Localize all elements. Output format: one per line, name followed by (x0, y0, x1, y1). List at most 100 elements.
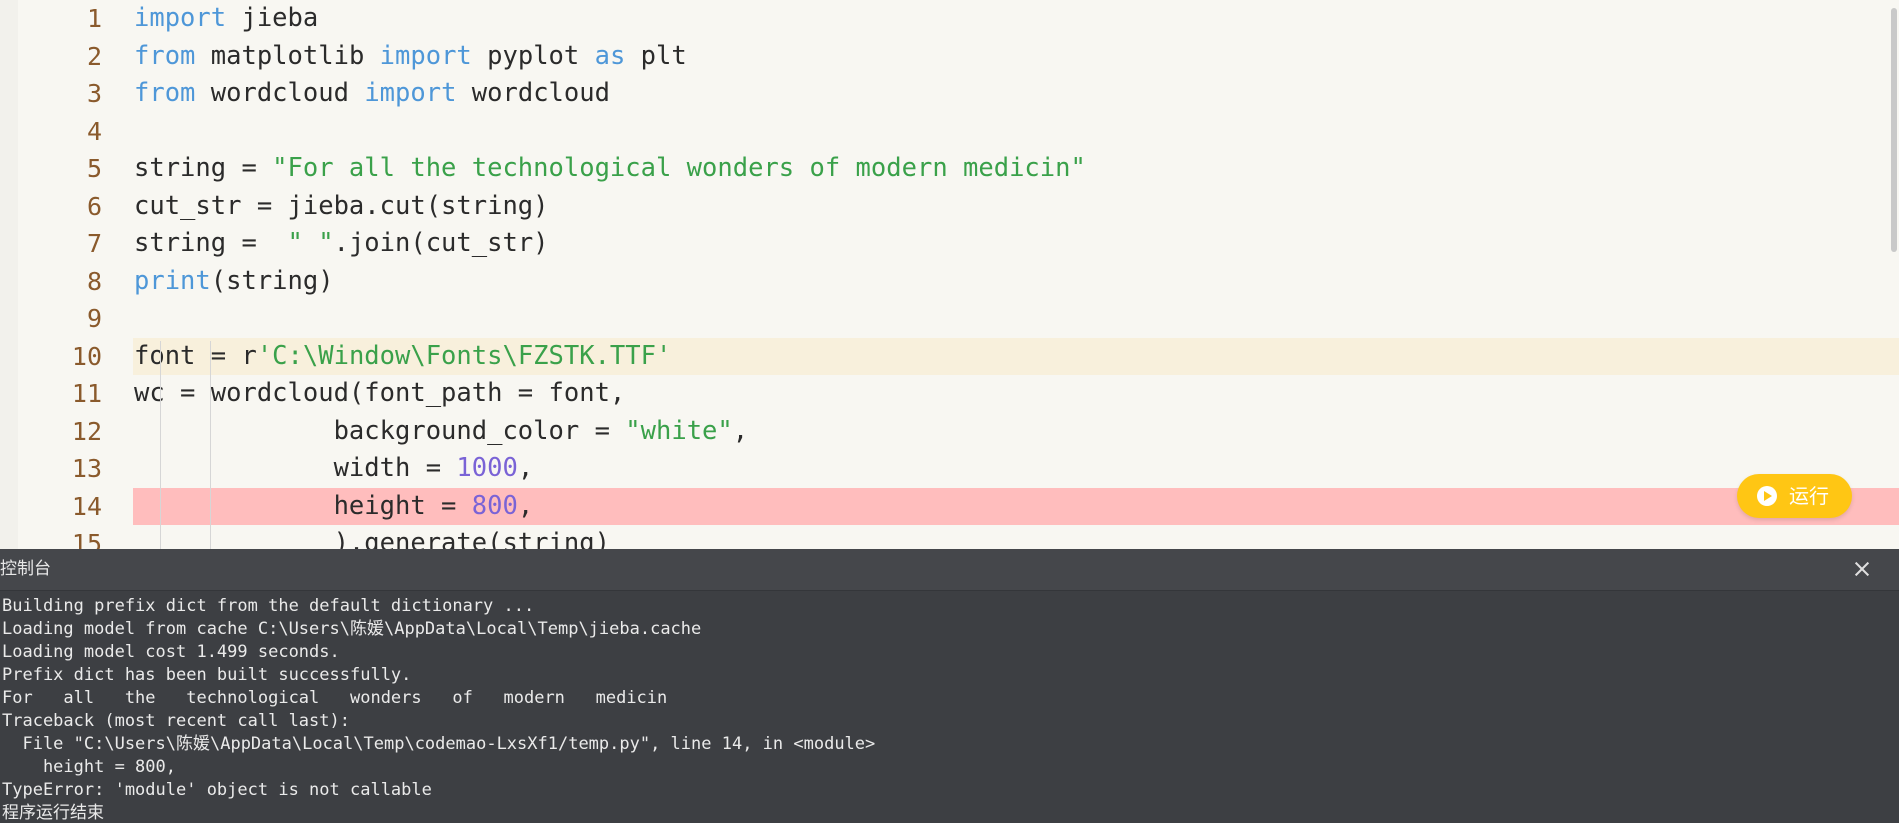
code-token: width = (134, 453, 457, 483)
code-token: print (134, 265, 211, 296)
line-number: 3 (86, 79, 102, 108)
code-token: font = r (134, 340, 257, 371)
line-number: 8 (86, 266, 102, 296)
line-number: 10 (71, 341, 102, 371)
code-editor[interactable]: 1 import jieba 2 from matplotlib import pyp… (0, 0, 1899, 549)
line-number: 13 (71, 454, 102, 483)
code-line[interactable]: 13 width = 1000, (0, 450, 1899, 488)
run-button[interactable]: 运行 (1737, 474, 1852, 518)
code-token: 1000 (456, 453, 518, 483)
line-code: import jieba (134, 0, 318, 38)
console-panel: 控制台 Building prefix dict from the defaul… (0, 549, 1899, 823)
console-line: Prefix dict has been built successfully. (2, 665, 412, 685)
code-token: import (134, 3, 227, 33)
line-number: 5 (86, 154, 102, 183)
console-line: Loading model cost 1.499 seconds. (2, 642, 340, 662)
code-token: import (364, 78, 457, 108)
line-number: 7 (86, 229, 102, 258)
code-line[interactable]: 1 import jieba (0, 0, 1899, 38)
code-token: from (134, 78, 196, 108)
code-token: wc = wordcloud(font_path = font, (134, 378, 626, 408)
code-line[interactable]: 10 font = r'C:\Window\Fonts\FZSTK.TTF' (0, 337, 1899, 376)
line-code: wc = wordcloud(font_path = font, (134, 375, 625, 413)
console-header: 控制台 (0, 549, 1899, 591)
line-number: 9 (86, 304, 102, 333)
code-token: (string) (210, 265, 334, 296)
line-code: from wordcloud import wordcloud (134, 75, 610, 113)
indent-guide (160, 341, 161, 549)
code-token: plt (625, 40, 687, 71)
code-token: pyplot (471, 40, 595, 71)
code-token: 'C:\Window\Fonts\FZSTK.TTF' (256, 340, 672, 371)
line-code: from matplotlib import pyplot as plt (134, 38, 687, 76)
code-token: "For all the technological wonders of mo… (272, 153, 1086, 183)
play-circle-icon (1757, 486, 1777, 506)
line-code: string = " ".join(cut_str) (134, 225, 549, 263)
line-code: background_color = "white", (134, 413, 749, 451)
line-number: 1 (86, 4, 102, 33)
run-button-label: 运行 (1789, 484, 1829, 508)
code-line[interactable]: 15 ).generate(string) (0, 525, 1899, 549)
code-line[interactable]: 8 print(string) (0, 263, 1899, 301)
code-token: cut_str = jieba.cut(string) (134, 190, 549, 221)
line-code: cut_str = jieba.cut(string) (134, 188, 549, 226)
console-line: Traceback (most recent call last): (2, 711, 350, 731)
indent-guide (210, 341, 211, 549)
code-token: jieba (226, 3, 319, 33)
code-token: background_color = (134, 415, 626, 446)
line-code: width = 1000, (134, 450, 534, 488)
code-token: import (379, 40, 472, 71)
code-line[interactable]: 6 cut_str = jieba.cut(string) (0, 188, 1899, 226)
line-number: 6 (86, 191, 102, 221)
code-line[interactable]: 9 (0, 300, 1899, 338)
close-icon[interactable] (1851, 558, 1873, 580)
code-line[interactable]: 12 background_color = "white", (0, 413, 1899, 451)
code-token: " " (287, 228, 334, 258)
code-token: wordcloud (195, 78, 365, 108)
line-number: 12 (71, 416, 102, 446)
line-number: 15 (71, 529, 102, 549)
code-token: matplotlib (195, 40, 380, 71)
line-code: height = 800, (134, 488, 534, 526)
code-line[interactable]: 11 wc = wordcloud(font_path = font, (0, 375, 1899, 413)
code-token: "white" (625, 415, 733, 446)
editor-scrollbar[interactable] (1887, 0, 1899, 549)
code-token: as (594, 40, 626, 71)
line-number: 14 (71, 491, 102, 521)
code-line[interactable]: 4 (0, 113, 1899, 151)
line-code: print(string) (134, 263, 334, 301)
code-line[interactable]: 7 string = " ".join(cut_str) (0, 225, 1899, 263)
line-code: ).generate(string) (134, 525, 610, 549)
line-number: 4 (86, 116, 102, 146)
line-code: string = "For all the technological wond… (134, 150, 1086, 188)
line-number: 2 (86, 41, 102, 71)
console-title: 控制台 (0, 559, 51, 579)
code-line[interactable]: 3 from wordcloud import wordcloud (0, 75, 1899, 113)
console-line: Loading model from cache C:\Users\陈媛\App… (2, 619, 702, 639)
line-number: 11 (71, 379, 102, 408)
code-token: height = (134, 490, 472, 521)
code-token: ).generate(string) (134, 528, 610, 549)
code-line[interactable]: 2 from matplotlib import pyplot as plt (0, 38, 1899, 76)
code-token: string = (134, 153, 273, 183)
code-lines: 1 import jieba 2 from matplotlib import pyp… (0, 0, 1899, 549)
code-token: , (517, 490, 534, 521)
console-line: height = 800, (2, 757, 176, 777)
code-token: , (732, 415, 749, 446)
code-line[interactable]: 5 string = "For all the technological won… (0, 150, 1899, 188)
code-token: string = (134, 228, 288, 258)
console-line: File "C:\Users\陈媛\AppData\Local\Temp\cod… (2, 734, 876, 754)
code-line[interactable]: 14 height = 800, (0, 487, 1899, 526)
console-line: 程序运行结束 (2, 803, 104, 823)
code-token: from (134, 40, 196, 71)
code-token: .join(cut_str) (333, 228, 549, 258)
code-token: 800 (471, 490, 518, 521)
code-token: , (517, 453, 534, 483)
line-code: font = r'C:\Window\Fonts\FZSTK.TTF' (134, 338, 671, 376)
console-line: TypeError: 'module' object is not callab… (2, 780, 432, 800)
console-output: Building prefix dict from the default di… (2, 595, 1882, 823)
editor-scrollbar-thumb[interactable] (1891, 8, 1897, 252)
console-line: Building prefix dict from the default di… (2, 596, 535, 616)
console-line: For all the technological wonders of mod… (2, 688, 668, 708)
code-token: wordcloud (456, 78, 610, 108)
